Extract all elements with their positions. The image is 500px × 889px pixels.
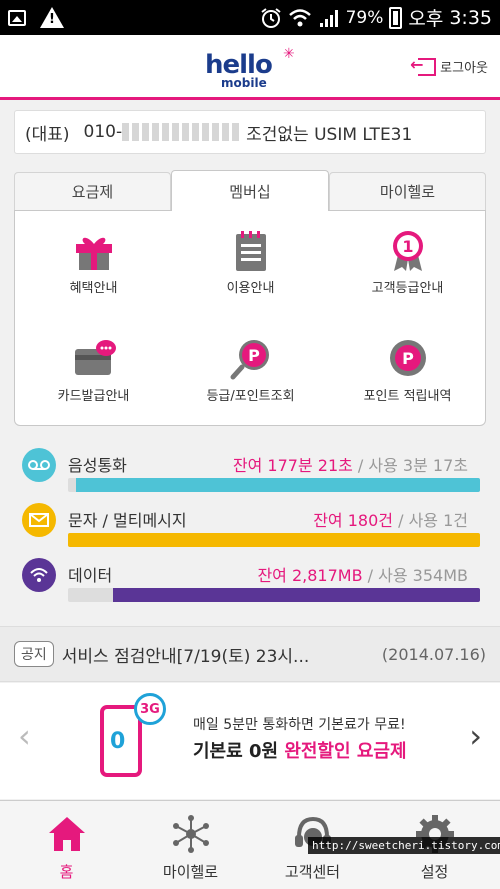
wifi-icon: [22, 558, 56, 592]
nav-myhello-label: 마이헬로: [162, 863, 219, 881]
svg-text:1: 1: [402, 237, 413, 256]
logo-mobile-text: mobile: [221, 76, 267, 90]
logout-label: 로그아웃: [440, 61, 488, 76]
promo-banner[interactable]: ‹ 0 3G 매일 5분만 통화하면 기본료가 무료! 기본료 0원 완전할인 …: [0, 683, 500, 799]
signal-icon: [319, 9, 338, 27]
usage-message-bar: [68, 533, 480, 547]
usage-data-values: 잔여 2,817MB / 사용 354MB: [257, 566, 468, 585]
membership-panel: 요금제 멤버십 마이헬로 혜택안내 이용안내 1 고객등급안내 카드발급안내 P…: [14, 170, 486, 426]
usage-voice-values: 잔여 177분 21초 / 사용 3분 17초: [232, 456, 468, 475]
logo-spark-icon: ✳: [283, 46, 295, 62]
masked-number: [122, 123, 241, 141]
menu-benefits-label: 혜택안내: [69, 281, 118, 296]
home-icon: [48, 817, 85, 851]
account-number: 010-: [83, 122, 123, 142]
usage-row-data[interactable]: 데이터 잔여 2,817MB / 사용 354MB: [0, 550, 500, 605]
notice-bar[interactable]: 공지 서비스 점검안내[7/19(토) 23시... (2014.07.16): [0, 626, 500, 682]
banner-line2-b: 완전할인 요금제: [284, 741, 407, 762]
usage-message-used: 사용 1건: [408, 511, 468, 530]
usage-data-bar-fill: [113, 588, 480, 602]
account-plan: 조건없는 USIM LTE31: [246, 124, 413, 145]
usage-voice-used: 사용 3분 17초: [368, 456, 468, 475]
logout-icon: [410, 55, 437, 76]
banner-line1: 매일 5분만 통화하면 기본료가 무료!: [193, 717, 406, 733]
usage-row-message[interactable]: 문자 / 멀티메시지 잔여 180건 / 사용 1건: [0, 495, 500, 550]
nav-home-label: 홈: [59, 863, 74, 881]
status-time: 3:35: [449, 6, 492, 29]
tab-bar: 요금제 멤버십 마이헬로: [14, 170, 486, 211]
battery-icon: [389, 6, 403, 29]
menu-grade-guide[interactable]: 1 고객등급안내: [329, 211, 486, 311]
usage-voice-bar: [68, 478, 480, 492]
nav-home[interactable]: 홈: [4, 801, 129, 889]
usage-data-remaining: 잔여 2,817MB: [257, 566, 363, 585]
menu-point-lookup[interactable]: P 등급/포인트조회: [172, 319, 329, 419]
menu-point-history[interactable]: P 포인트 적립내역: [329, 319, 486, 419]
menu-card-issue[interactable]: 카드발급안내: [15, 319, 172, 419]
menu-card-issue-label: 카드발급안내: [57, 389, 130, 404]
usage-row-voice[interactable]: 음성통화 잔여 177분 21초 / 사용 3분 17초: [0, 440, 500, 495]
usage-voice-label: 음성통화: [68, 456, 127, 475]
tab-myhello[interactable]: 마이헬로: [329, 172, 486, 210]
menu-benefits[interactable]: 혜택안내: [15, 211, 172, 311]
nav-myhello[interactable]: 마이헬로: [128, 801, 253, 889]
banner-prev-icon[interactable]: ‹: [18, 717, 31, 755]
banner-line2-a: 기본료 0원: [193, 741, 285, 762]
usage-data-bar: [68, 588, 480, 602]
nav-customer-center-label: 고객센터: [284, 863, 341, 881]
tab-plan[interactable]: 요금제: [14, 172, 171, 210]
nav-settings-label: 설정: [420, 863, 449, 881]
banner-next-icon[interactable]: ›: [469, 717, 482, 755]
app-header: hello mobile ✳ 로그아웃: [0, 35, 500, 100]
gift-icon: [75, 237, 112, 270]
usage-message-values: 잔여 180건 / 사용 1건: [313, 511, 468, 530]
tab-membership[interactable]: 멤버십: [171, 170, 329, 211]
voicemail-icon: [22, 448, 56, 482]
warning-icon: !: [40, 7, 64, 28]
usage-message-label: 문자 / 멀티메시지: [68, 511, 187, 530]
menu-point-history-label: 포인트 적립내역: [363, 389, 452, 404]
usage-voice-remaining: 잔여 177분 21초: [232, 456, 353, 475]
notice-date: (2014.07.16): [381, 644, 486, 664]
status-bar: ! 79% 오후 3:35: [0, 0, 500, 35]
usage-data-label: 데이터: [68, 566, 113, 585]
usage-message-bar-fill: [68, 533, 480, 547]
menu-grade-guide-label: 고객등급안내: [371, 281, 444, 296]
envelope-icon: [22, 503, 56, 537]
usage-voice-bar-fill: [76, 478, 480, 492]
notice-text: 서비스 점검안내[7/19(토) 23시...: [61, 646, 310, 667]
alarm-icon: [260, 7, 281, 28]
menu-point-lookup-label: 등급/포인트조회: [206, 389, 295, 404]
image-notification-icon: [8, 9, 26, 26]
wifi-status-icon: [288, 8, 311, 26]
watermark: http://sweetcheri.tistory.com: [308, 837, 500, 854]
menu-usage-guide-label: 이용안내: [226, 281, 275, 296]
svg-text:P: P: [248, 346, 260, 365]
usage-message-remaining: 잔여 180건: [313, 511, 393, 530]
badge-3g: 3G: [134, 693, 166, 725]
menu-usage-guide[interactable]: 이용안내: [172, 211, 329, 311]
hello-mobile-logo[interactable]: hello mobile ✳: [205, 46, 300, 92]
notice-tag: 공지: [14, 641, 54, 667]
battery-percent: 79%: [345, 7, 384, 28]
banner-line2: 기본료 0원 완전할인 요금제: [193, 737, 407, 763]
notepad-icon: [235, 231, 266, 271]
point-search-icon: P: [230, 340, 269, 380]
point-badge-icon: P: [389, 340, 426, 376]
status-ampm: 오후: [408, 8, 444, 30]
svg-text:P: P: [402, 349, 414, 368]
usage-data-used: 사용 354MB: [378, 566, 468, 585]
membership-menu: 혜택안내 이용안내 1 고객등급안내 카드발급안내 P 등급/포인트조회 P 포…: [14, 210, 486, 426]
logout-button[interactable]: 로그아웃: [410, 55, 488, 77]
network-icon: [172, 815, 209, 853]
account-prefix: (대표): [25, 124, 70, 145]
account-number-bar[interactable]: (대표) 010- 조건없는 USIM LTE31: [14, 110, 486, 154]
card-icon: [74, 340, 116, 375]
medal-icon: 1: [392, 231, 423, 271]
